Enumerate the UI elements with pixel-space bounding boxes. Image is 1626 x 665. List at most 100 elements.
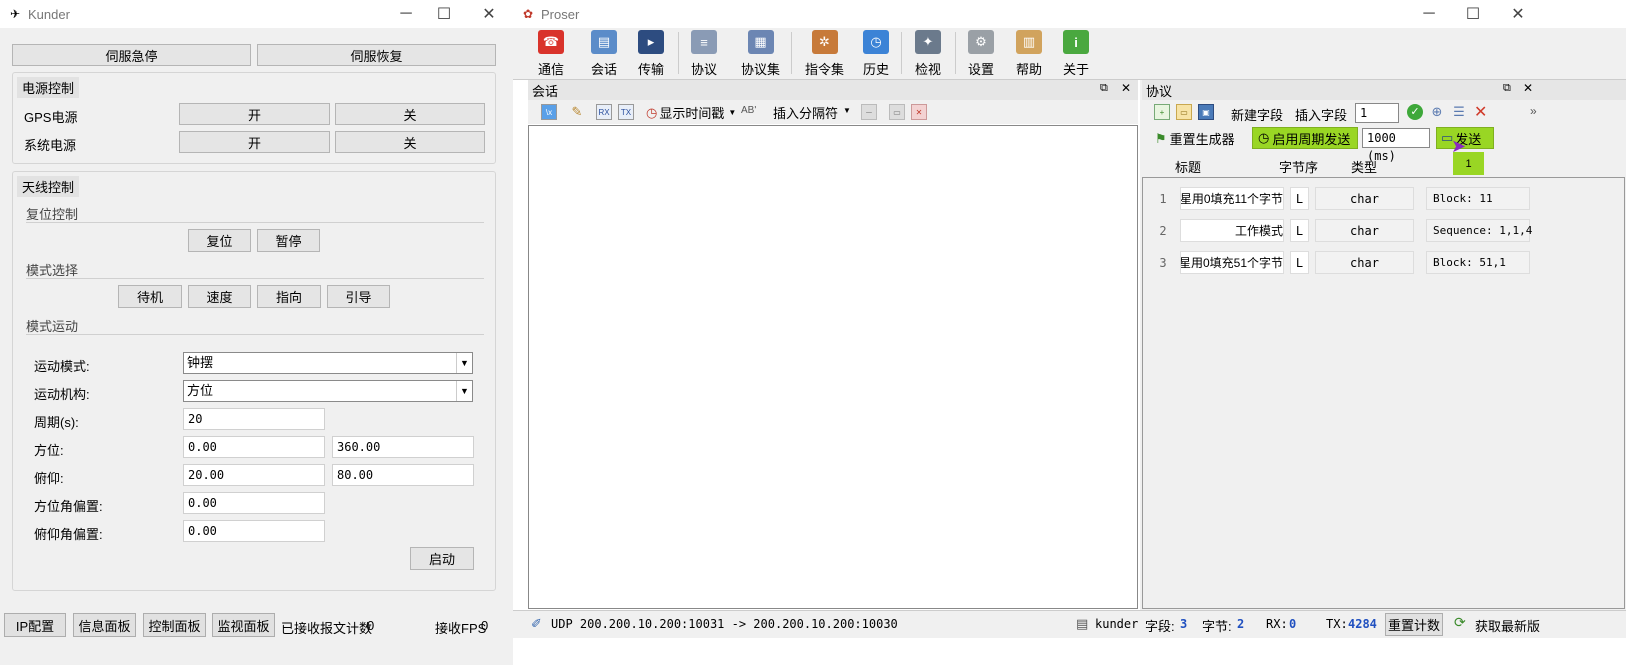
field-value: Block: 51,1 xyxy=(1426,251,1530,274)
send-count-badge: 1 xyxy=(1453,152,1484,175)
point-mode-button[interactable]: 指向 xyxy=(257,285,321,308)
close-icon[interactable]: ✕ xyxy=(466,0,512,28)
gps-power-on-button[interactable]: 开 xyxy=(179,103,330,125)
box-icon[interactable]: ▭ xyxy=(889,104,905,120)
close-icon[interactable]: ✕ xyxy=(1495,0,1541,28)
maximize-icon[interactable]: ☐ xyxy=(1450,0,1496,28)
show-timestamp-button[interactable]: ◷ 显示时间戳 ▼ xyxy=(646,103,736,122)
toolbar-button-6[interactable]: ◷ 历史 xyxy=(863,28,889,78)
chevron-down-icon[interactable]: ▼ xyxy=(843,106,851,115)
elevation-min-input[interactable]: 20.00 xyxy=(183,464,325,486)
kunder-title-bar: ✈ Kunder ─ ☐ ✕ xyxy=(0,0,513,28)
maximize-icon[interactable]: ☐ xyxy=(421,0,467,28)
servo-stop-button[interactable]: 伺服急停 xyxy=(12,44,251,66)
azimuth-max-input[interactable]: 360.00 xyxy=(332,436,474,458)
toolbar-separator xyxy=(678,32,679,74)
flag-icon: ⚑ xyxy=(1155,130,1167,146)
gps-power-off-button[interactable]: 关 xyxy=(335,103,485,125)
motion-mode-label: 运动模式: xyxy=(34,359,90,374)
azimuth-min-input[interactable]: 0.00 xyxy=(183,436,325,458)
system-power-off-button[interactable]: 关 xyxy=(335,131,485,153)
toolbar-button-0[interactable]: ☎ 通信 xyxy=(538,28,564,78)
overflow-chevron-icon[interactable]: » xyxy=(1530,104,1537,118)
delete-icon[interactable]: ✕ xyxy=(1474,102,1487,122)
float-panel-icon[interactable]: ⧉ xyxy=(1100,82,1108,95)
periodic-send-toggle[interactable]: ◷ 启用周期发送 xyxy=(1252,127,1358,149)
toolbar-label: 协议集 xyxy=(741,62,781,77)
list-settings-icon[interactable]: ☰ xyxy=(1451,104,1467,120)
toolbar-button-7[interactable]: ✦ 检视 xyxy=(915,28,941,78)
clear-icon[interactable]: ✕ xyxy=(911,104,927,120)
tx-value: 4284 xyxy=(1348,617,1377,631)
refresh-icon[interactable]: ⟳ xyxy=(1454,614,1466,631)
insert-separator-button[interactable]: 插入分隔符 xyxy=(773,103,838,122)
reset-generator-button[interactable]: ⚑ 重置生成器 xyxy=(1155,129,1235,148)
new-file-icon[interactable]: + xyxy=(1154,104,1170,120)
elevation-max-input[interactable]: 80.00 xyxy=(332,464,474,486)
byte-count-label: 字节: xyxy=(1202,619,1232,634)
close-panel-icon[interactable]: ✕ xyxy=(1121,81,1131,95)
line-icon[interactable]: ─ xyxy=(861,104,877,120)
standby-mode-button[interactable]: 待机 xyxy=(118,285,182,308)
rx-icon[interactable]: RX xyxy=(596,104,612,120)
toolbar-label: 协议 xyxy=(691,62,718,77)
tab-info-panel[interactable]: 信息面板 xyxy=(73,613,136,637)
period-ms-input[interactable]: 1000 (ms) xyxy=(1362,128,1430,163)
get-latest-button[interactable]: 获取最新版 xyxy=(1475,616,1540,635)
tx-icon[interactable]: TX xyxy=(618,104,634,120)
field-byte-order[interactable]: L xyxy=(1290,251,1309,274)
insert-index-input[interactable]: 1 xyxy=(1355,103,1399,123)
field-title-input[interactable]: 星用0填充11个字节 xyxy=(1180,187,1284,210)
terminal-icon: ▸ xyxy=(638,30,664,54)
toolbar-button-8[interactable]: ⚙ 设置 xyxy=(968,28,994,78)
toolbar-button-4[interactable]: ▦ 协议集 xyxy=(741,28,780,78)
guide-mode-button[interactable]: 引导 xyxy=(327,285,390,308)
tab-ip-config[interactable]: IP配置 xyxy=(4,613,66,637)
field-type-select[interactable]: char xyxy=(1315,219,1414,242)
insert-field-button[interactable]: 插入字段 xyxy=(1295,105,1347,124)
system-power-on-button[interactable]: 开 xyxy=(179,131,330,153)
float-panel-icon[interactable]: ⧉ xyxy=(1503,82,1511,95)
toolbar-button-5[interactable]: ✲ 指令集 xyxy=(805,28,844,78)
toolbar-button-2[interactable]: ▸ 传输 xyxy=(638,28,664,78)
check-icon[interactable]: ✓ xyxy=(1407,104,1423,120)
start-button[interactable]: 启动 xyxy=(410,547,474,570)
mechanism-select[interactable]: 方位 ▼ xyxy=(183,380,473,402)
field-title-input[interactable]: 工作模式 xyxy=(1180,219,1284,242)
reset-button[interactable]: 复位 xyxy=(188,229,251,252)
pause-button[interactable]: 暂停 xyxy=(257,229,320,252)
close-panel-icon[interactable]: ✕ xyxy=(1523,81,1533,95)
field-byte-order[interactable]: L xyxy=(1290,219,1309,242)
period-input[interactable]: 20 xyxy=(183,408,325,430)
field-type-select[interactable]: char xyxy=(1315,251,1414,274)
session-output-area[interactable] xyxy=(528,125,1138,609)
servo-resume-button[interactable]: 伺服恢复 xyxy=(257,44,496,66)
field-type-select[interactable]: char xyxy=(1315,187,1414,210)
toolbar-button-1[interactable]: ▤ 会话 xyxy=(591,28,617,78)
toolbar-label: 关于 xyxy=(1063,62,1090,77)
field-byte-order[interactable]: L xyxy=(1290,187,1309,210)
tab-monitor-panel[interactable]: 监视面板 xyxy=(212,613,275,637)
regex-icon[interactable]: \x xyxy=(541,104,557,120)
reset-count-button[interactable]: 重置计数 xyxy=(1385,613,1443,636)
broom-icon[interactable]: ✎ xyxy=(569,104,585,120)
new-field-button[interactable]: 新建字段 xyxy=(1231,105,1283,124)
app-logo-icon: ✈ xyxy=(9,7,21,21)
motion-mode-select[interactable]: 钟摆 ▼ xyxy=(183,352,473,374)
elevation-offset-input[interactable]: 0.00 xyxy=(183,520,325,542)
minimize-icon[interactable]: ─ xyxy=(1406,0,1452,28)
tab-control-panel[interactable]: 控制面板 xyxy=(143,613,206,637)
speed-mode-button[interactable]: 速度 xyxy=(188,285,251,308)
add-node-icon[interactable]: ⊕ xyxy=(1429,104,1445,120)
font-size-icon[interactable]: AB' xyxy=(741,105,756,116)
toolbar-button-9[interactable]: ▥ 帮助 xyxy=(1016,28,1042,78)
field-title-input[interactable]: 星用0填充51个字节 xyxy=(1180,251,1284,274)
toolbar-label: 检视 xyxy=(915,62,942,77)
save-icon[interactable]: ▣ xyxy=(1198,104,1214,120)
toolbar-button-10[interactable]: i 关于 xyxy=(1063,28,1089,78)
toolbar-label: 历史 xyxy=(863,62,890,77)
azimuth-offset-input[interactable]: 0.00 xyxy=(183,492,325,514)
open-folder-icon[interactable]: ▭ xyxy=(1176,104,1192,120)
toolbar-button-3[interactable]: ≡ 协议 xyxy=(691,28,717,78)
magic-wand-icon: ✦ xyxy=(915,30,941,54)
